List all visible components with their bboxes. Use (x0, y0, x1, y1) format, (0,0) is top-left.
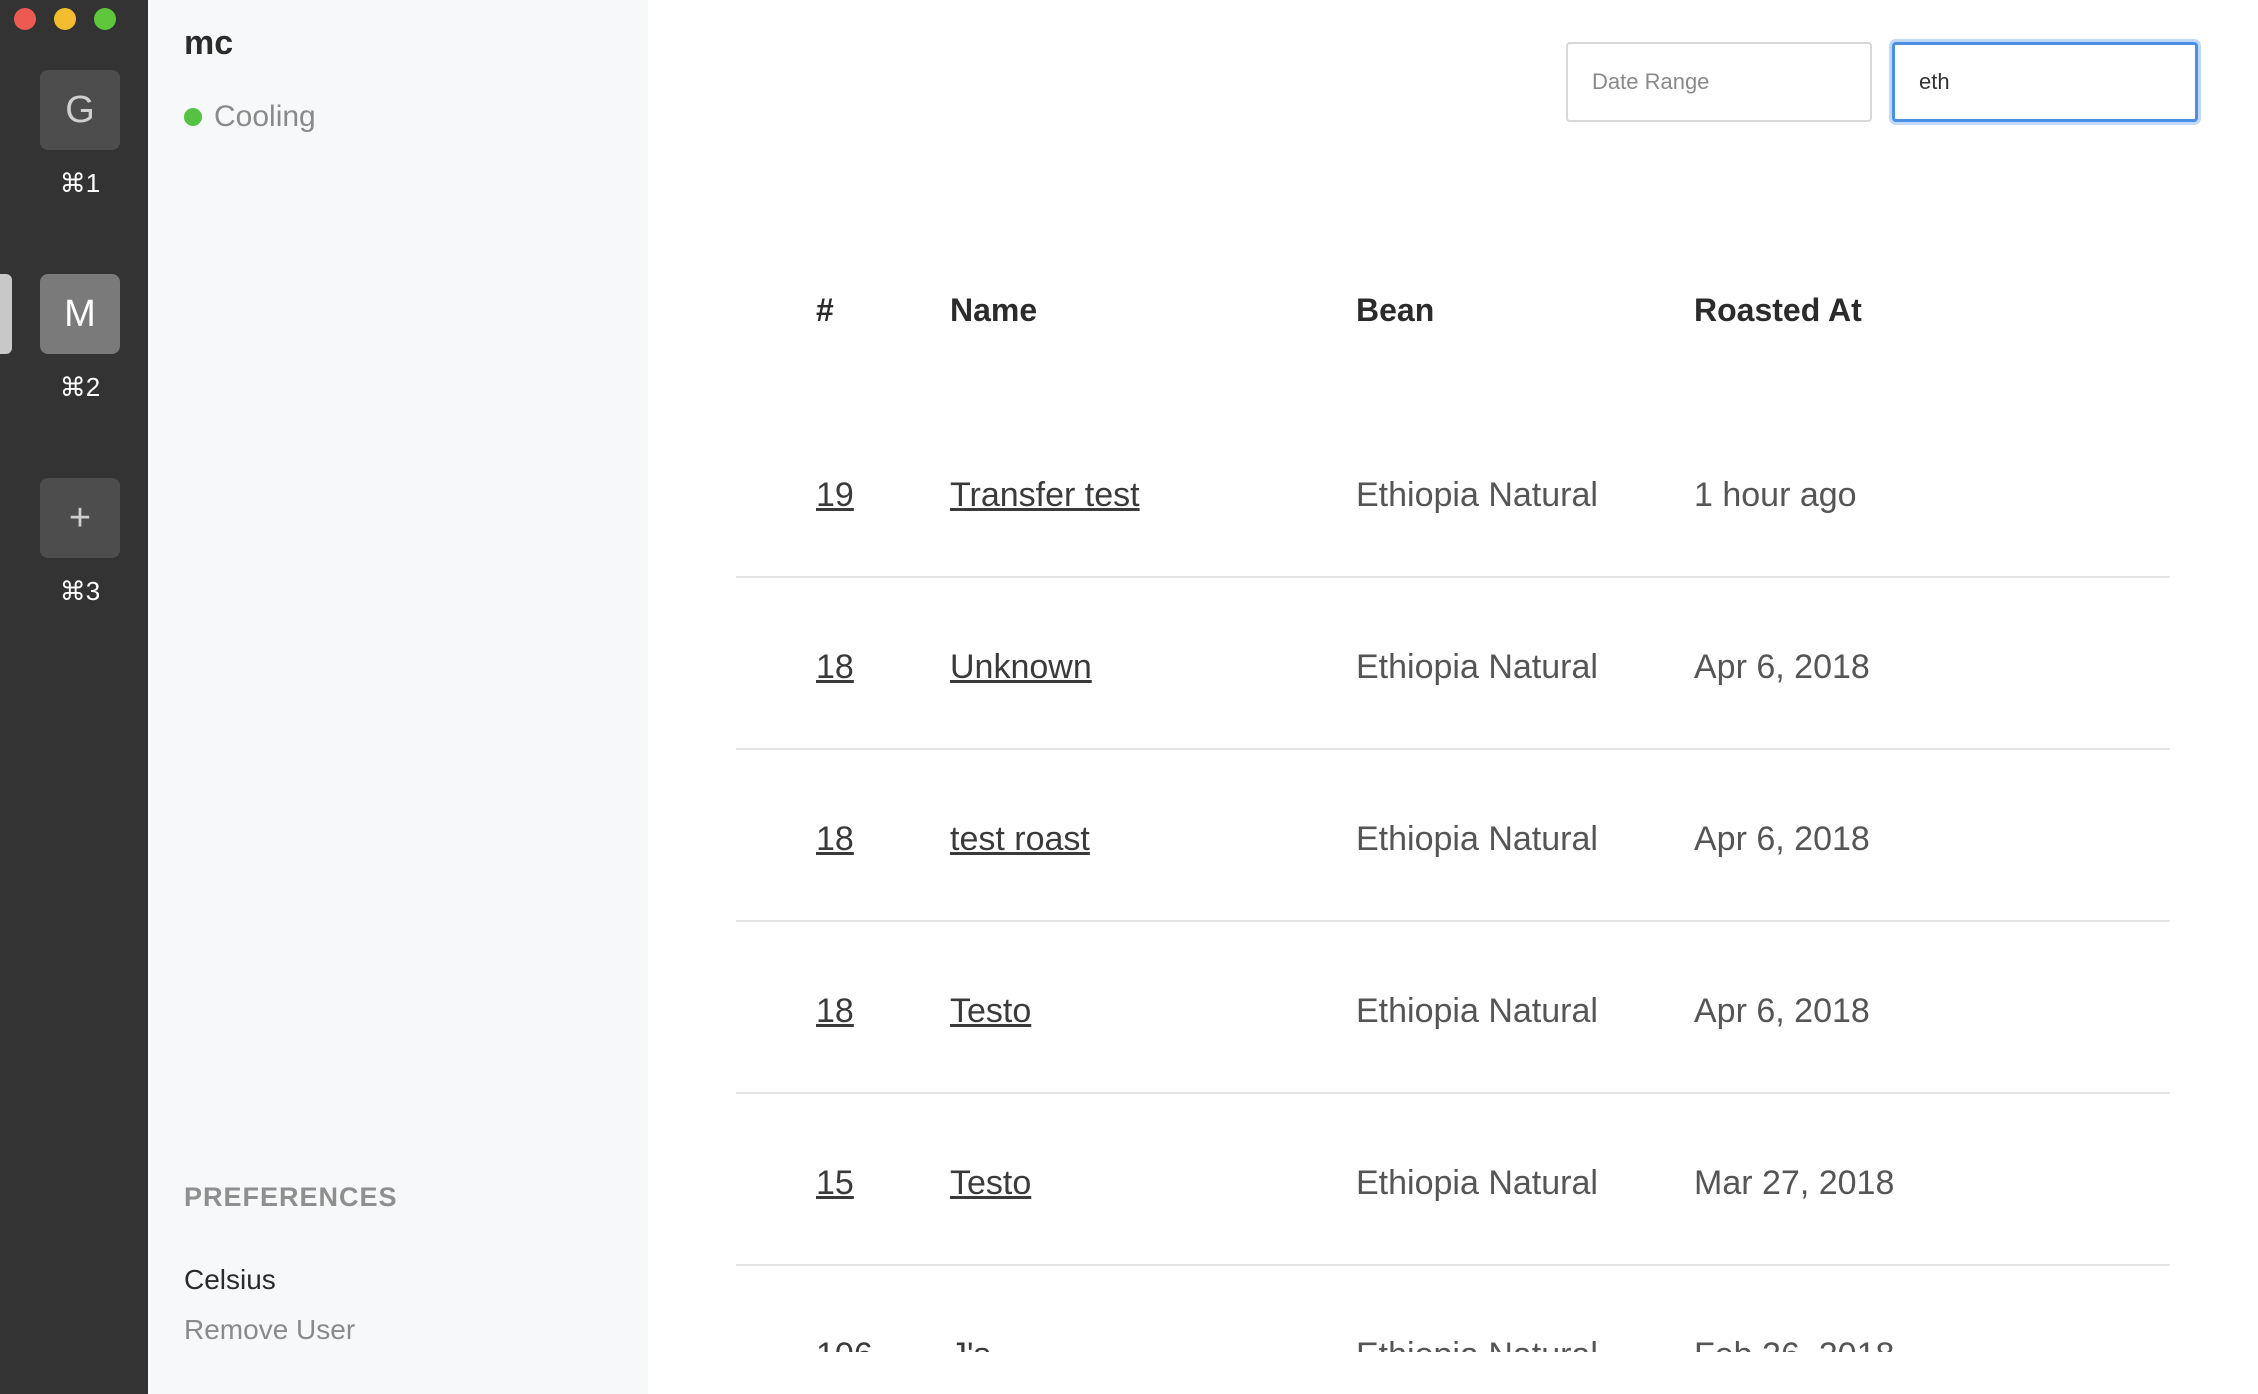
active-workspace-indicator (0, 274, 12, 354)
roast-name-link[interactable]: J's (950, 1336, 991, 1352)
column-header-bean[interactable]: Bean (1356, 292, 1434, 329)
bean-cell: Ethiopia Natural (1356, 992, 1598, 1030)
roast-name-link[interactable]: test roast (950, 820, 1090, 858)
roast-name-link[interactable]: Testo (950, 992, 1031, 1030)
roasted-at-cell: 1 hour ago (1694, 476, 1857, 514)
roasted-at-cell: Apr 6, 2018 (1694, 820, 1870, 858)
bean-cell: Ethiopia Natural (1356, 820, 1598, 858)
table-row[interactable]: 106 J's Ethiopia Natural Feb 26, 2018 (736, 1266, 2170, 1352)
column-header-number[interactable]: # (816, 292, 834, 329)
column-header-name[interactable]: Name (950, 292, 1037, 329)
roast-name-link[interactable]: Unknown (950, 648, 1092, 686)
roasts-table: # Name Bean Roasted At 19 Transfer test … (736, 0, 2170, 1352)
roast-name-link[interactable]: Transfer test (950, 476, 1140, 514)
user-sidebar: mc Cooling PREFERENCES Celsius Remove Us… (148, 0, 648, 1394)
roasted-at-cell: Feb 26, 2018 (1694, 1336, 1894, 1352)
minimize-window-button[interactable] (54, 8, 76, 30)
remove-user-button[interactable]: Remove User (184, 1314, 355, 1346)
add-workspace-button[interactable]: + (40, 478, 120, 558)
bean-cell: Ethiopia Natural (1356, 648, 1598, 686)
roast-number-link[interactable]: 106 (816, 1336, 873, 1352)
roasted-at-cell: Apr 6, 2018 (1694, 992, 1870, 1030)
bean-cell: Ethiopia Natural (1356, 1336, 1598, 1352)
table-row[interactable]: 18 test roast Ethiopia Natural Apr 6, 20… (736, 750, 2170, 922)
zoom-window-button[interactable] (94, 8, 116, 30)
roasted-at-cell: Apr 6, 2018 (1694, 648, 1870, 686)
table-row[interactable]: 18 Testo Ethiopia Natural Apr 6, 2018 (736, 922, 2170, 1094)
close-window-button[interactable] (14, 8, 36, 30)
table-row[interactable]: 19 Transfer test Ethiopia Natural 1 hour… (736, 406, 2170, 578)
machine-status: Cooling (184, 100, 316, 134)
workspace-g-button[interactable]: G (40, 70, 120, 150)
workspace-rail: G ⌘1 M ⌘2 + ⌘3 (0, 0, 148, 1394)
add-workspace-shortcut: ⌘3 (59, 576, 101, 606)
table-row[interactable]: 15 Testo Ethiopia Natural Mar 27, 2018 (736, 1094, 2170, 1266)
roast-number-link[interactable]: 18 (816, 648, 854, 686)
roast-name-link[interactable]: Testo (950, 1164, 1031, 1202)
workspace-m-button[interactable]: M (40, 274, 120, 354)
roasted-at-cell: Mar 27, 2018 (1694, 1164, 1895, 1202)
roast-number-link[interactable]: 18 (816, 992, 854, 1030)
celsius-toggle[interactable]: Celsius (184, 1264, 276, 1296)
column-header-roasted-at[interactable]: Roasted At (1694, 292, 1862, 329)
workspace-m-shortcut: ⌘2 (59, 372, 101, 402)
status-dot-icon (184, 108, 202, 126)
roast-number-link[interactable]: 19 (816, 476, 854, 514)
preferences-heading: PREFERENCES (184, 1182, 398, 1212)
roast-number-link[interactable]: 15 (816, 1164, 854, 1202)
user-name: mc (184, 24, 234, 62)
workspace-g-shortcut: ⌘1 (59, 168, 101, 198)
roast-number-link[interactable]: 18 (816, 820, 854, 858)
bean-cell: Ethiopia Natural (1356, 1164, 1598, 1202)
table-row[interactable]: 18 Unknown Ethiopia Natural Apr 6, 2018 (736, 578, 2170, 750)
main-content: # Name Bean Roasted At 19 Transfer test … (648, 0, 2258, 1394)
status-label: Cooling (214, 100, 316, 133)
bean-cell: Ethiopia Natural (1356, 476, 1598, 514)
